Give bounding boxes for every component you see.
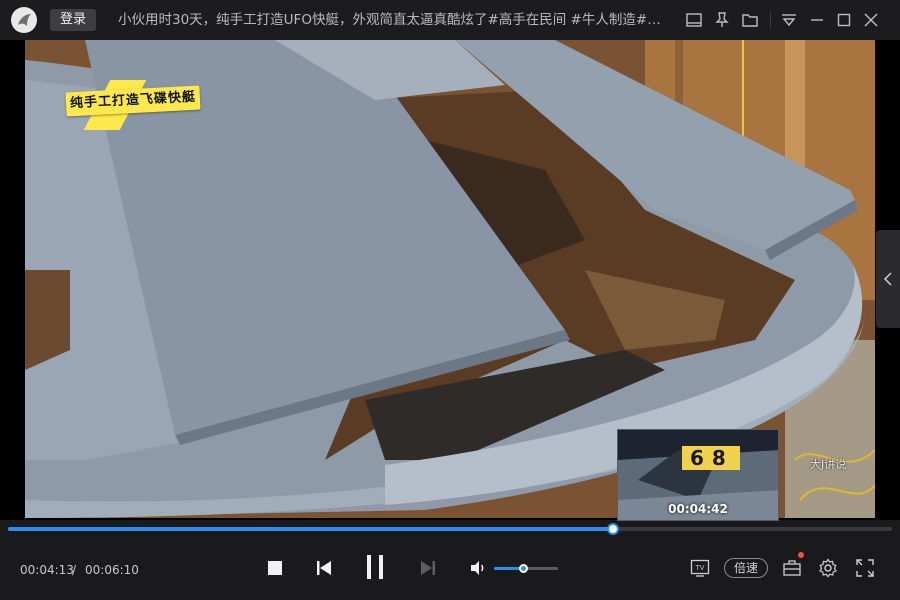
title-bar: 登录 小伙用时30天，纯手工打造UFO快艇，外观简直太逼真酷炫了#高手在民间 #… bbox=[0, 0, 900, 40]
speed-button[interactable]: 倍速 bbox=[724, 558, 768, 578]
volume-slider[interactable] bbox=[494, 564, 558, 573]
preview-time: 00:04:42 bbox=[668, 502, 728, 516]
control-bar: 00:04:13 / 00:06:10 TV 倍速 bbox=[0, 532, 900, 600]
tv-cast-button[interactable]: TV bbox=[690, 558, 710, 578]
volume-icon bbox=[471, 561, 484, 575]
fullscreen-icon bbox=[856, 559, 874, 577]
folder-icon[interactable] bbox=[740, 10, 760, 30]
next-button[interactable] bbox=[419, 559, 437, 577]
mini-window-icon[interactable] bbox=[684, 10, 704, 30]
previous-button[interactable] bbox=[315, 559, 333, 577]
gear-icon bbox=[819, 558, 837, 578]
total-time: 00:06:10 bbox=[85, 563, 139, 577]
preview-sign-digits: 68 bbox=[690, 446, 734, 470]
toolbox-icon bbox=[783, 560, 801, 576]
skip-next-icon bbox=[421, 561, 435, 575]
pause-button[interactable] bbox=[364, 554, 386, 580]
maximize-icon[interactable] bbox=[834, 10, 854, 30]
notification-dot bbox=[798, 552, 804, 558]
tv-icon: TV bbox=[690, 559, 710, 577]
volume-button[interactable] bbox=[469, 559, 487, 577]
skip-previous-icon bbox=[317, 561, 331, 575]
app-logo-icon[interactable] bbox=[11, 7, 37, 33]
svg-text:TV: TV bbox=[696, 565, 705, 572]
seek-preview-thumbnail: 68 00:04:42 bbox=[617, 429, 779, 521]
volume-thumb[interactable] bbox=[518, 564, 528, 573]
progress-fill bbox=[8, 527, 613, 531]
minimize-icon[interactable] bbox=[807, 10, 827, 30]
fullscreen-button[interactable] bbox=[855, 558, 875, 578]
pin-icon[interactable] bbox=[712, 10, 732, 30]
toolbox-button[interactable] bbox=[782, 558, 802, 578]
current-time: 00:04:13 bbox=[20, 563, 74, 577]
stop-button[interactable] bbox=[267, 560, 283, 576]
stop-icon bbox=[268, 561, 282, 575]
video-title: 小伙用时30天，纯手工打造UFO快艇，外观简直太逼真酷炫了#高手在民间 #牛人制… bbox=[118, 12, 666, 28]
chevron-left-icon bbox=[883, 272, 892, 286]
pause-icon bbox=[367, 555, 383, 579]
progress-bar[interactable] bbox=[8, 523, 892, 535]
playlist-expand-handle[interactable] bbox=[876, 230, 900, 328]
login-button[interactable]: 登录 bbox=[50, 9, 96, 31]
titlebar-divider bbox=[770, 12, 771, 28]
close-icon[interactable] bbox=[861, 10, 881, 30]
video-player-window: 登录 小伙用时30天，纯手工打造UFO快艇，外观简直太逼真酷炫了#高手在民间 #… bbox=[0, 0, 900, 600]
settings-button[interactable] bbox=[818, 558, 838, 578]
menu-icon[interactable] bbox=[779, 10, 799, 30]
watermark: 大J讲说 bbox=[810, 458, 847, 471]
time-separator: / bbox=[72, 563, 77, 577]
